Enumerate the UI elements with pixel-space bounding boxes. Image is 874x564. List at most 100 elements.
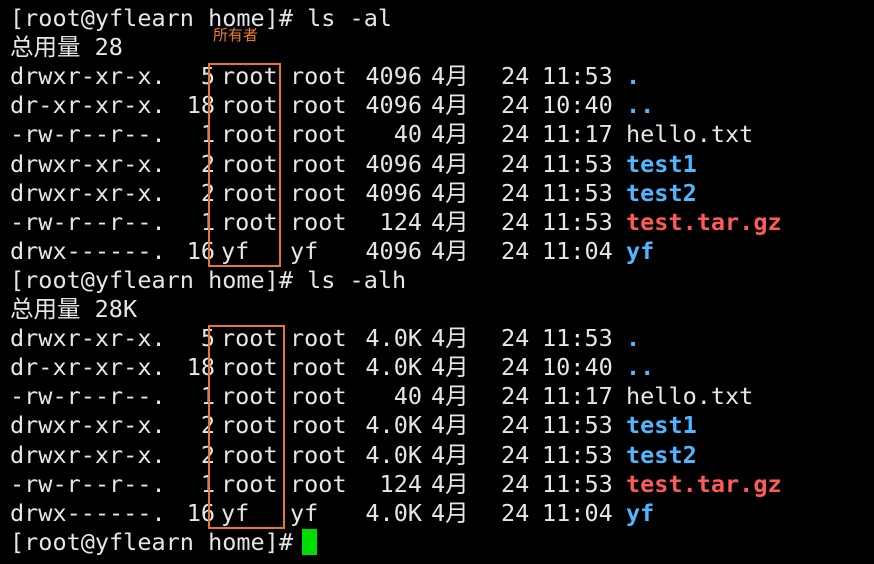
time: 11:53: [542, 149, 613, 178]
month: 4月: [431, 324, 469, 353]
file-name: test1: [626, 411, 697, 440]
group: yf: [290, 498, 319, 527]
time: 11:04: [542, 498, 613, 527]
day: 24: [501, 440, 530, 469]
time: 11:53: [542, 324, 613, 353]
group: root: [290, 62, 347, 91]
time: 11:04: [542, 236, 613, 265]
time: 11:53: [542, 207, 613, 236]
group: root: [290, 353, 347, 382]
permissions: drwxr-xr-x.: [10, 440, 166, 469]
time: 11:53: [542, 178, 613, 207]
group: root: [290, 178, 347, 207]
permissions: dr-xr-xr-x.: [10, 91, 166, 120]
group: root: [290, 207, 347, 236]
file-name: ..: [626, 91, 655, 120]
file-name: test.tar.gz: [626, 207, 782, 236]
file-name: test2: [626, 440, 697, 469]
permissions: drwxr-xr-x.: [10, 411, 166, 440]
permissions: drwx------.: [10, 236, 166, 265]
month: 4月: [431, 353, 469, 382]
day: 24: [501, 62, 530, 91]
time: 11:53: [542, 440, 613, 469]
final-prompt-line: [root@yflearn home]#: [10, 527, 293, 556]
month: 4月: [431, 411, 469, 440]
file-size: 124: [379, 207, 422, 236]
file-name: hello.txt: [626, 382, 754, 411]
day: 24: [501, 469, 530, 498]
group: root: [290, 382, 347, 411]
group: root: [290, 91, 347, 120]
group: root: [290, 120, 347, 149]
file-size: 4096: [365, 91, 422, 120]
permissions: drwxr-xr-x.: [10, 62, 166, 91]
month: 4月: [431, 149, 469, 178]
day: 24: [501, 236, 530, 265]
owner-column-highlight: [208, 325, 285, 529]
group: yf: [290, 236, 319, 265]
file-name: test2: [626, 178, 697, 207]
file-size: 4096: [365, 236, 422, 265]
day: 24: [501, 91, 530, 120]
permissions: -rw-r--r--.: [10, 207, 166, 236]
file-size: 4.0K: [365, 440, 422, 469]
month: 4月: [431, 178, 469, 207]
month: 4月: [431, 498, 469, 527]
month: 4月: [431, 440, 469, 469]
file-size: 4.0K: [365, 411, 422, 440]
group: root: [290, 324, 347, 353]
command-line: [root@yflearn home]# ls -alh: [10, 265, 407, 294]
total-line: 总用量 28: [10, 33, 123, 62]
time: 11:53: [542, 469, 613, 498]
day: 24: [501, 498, 530, 527]
day: 24: [501, 178, 530, 207]
permissions: -rw-r--r--.: [10, 120, 166, 149]
time: 11:53: [542, 411, 613, 440]
file-name: yf: [626, 498, 655, 527]
file-name: .: [626, 62, 641, 91]
permissions: drwxr-xr-x.: [10, 178, 166, 207]
group: root: [290, 149, 347, 178]
permissions: drwx------.: [10, 498, 166, 527]
time: 11:53: [542, 62, 613, 91]
total-line: 总用量 28K: [10, 295, 138, 323]
file-size: 4096: [365, 149, 422, 178]
day: 24: [501, 411, 530, 440]
month: 4月: [431, 207, 469, 236]
day: 24: [501, 382, 530, 411]
file-name: test1: [626, 149, 697, 178]
day: 24: [501, 149, 530, 178]
month: 4月: [431, 120, 469, 149]
permissions: -rw-r--r--.: [10, 382, 166, 411]
file-size: 4.0K: [365, 498, 422, 527]
file-size: 4.0K: [365, 324, 422, 353]
month: 4月: [431, 469, 469, 498]
time: 10:40: [542, 91, 613, 120]
command-line: [root@yflearn home]# ls -al: [10, 4, 393, 32]
time: 11:17: [542, 120, 613, 149]
owner-column-highlight: [208, 63, 281, 267]
permissions: -rw-r--r--.: [10, 469, 166, 498]
month: 4月: [431, 236, 469, 265]
file-size: 40: [393, 120, 422, 149]
terminal-window[interactable]: 所有者 [root@yflearn home]# ls -al 总用量 28 drw…: [0, 0, 874, 564]
file-size: 4.0K: [365, 353, 422, 382]
file-name: test.tar.gz: [626, 469, 782, 498]
file-size: 4096: [365, 62, 422, 91]
file-size: 124: [379, 469, 422, 498]
permissions: dr-xr-xr-x.: [10, 353, 166, 382]
file-size: 4096: [365, 178, 422, 207]
file-name: yf: [626, 236, 655, 265]
time: 10:40: [542, 353, 613, 382]
month: 4月: [431, 62, 469, 91]
month: 4月: [431, 382, 469, 411]
month: 4月: [431, 91, 469, 120]
file-name: ..: [626, 353, 655, 382]
file-name: .: [626, 324, 641, 353]
group: root: [290, 411, 347, 440]
permissions: drwxr-xr-x.: [10, 324, 166, 353]
time: 11:17: [542, 382, 613, 411]
file-size: 40: [393, 382, 422, 411]
permissions: drwxr-xr-x.: [10, 149, 166, 178]
terminal-cursor[interactable]: [302, 528, 317, 555]
